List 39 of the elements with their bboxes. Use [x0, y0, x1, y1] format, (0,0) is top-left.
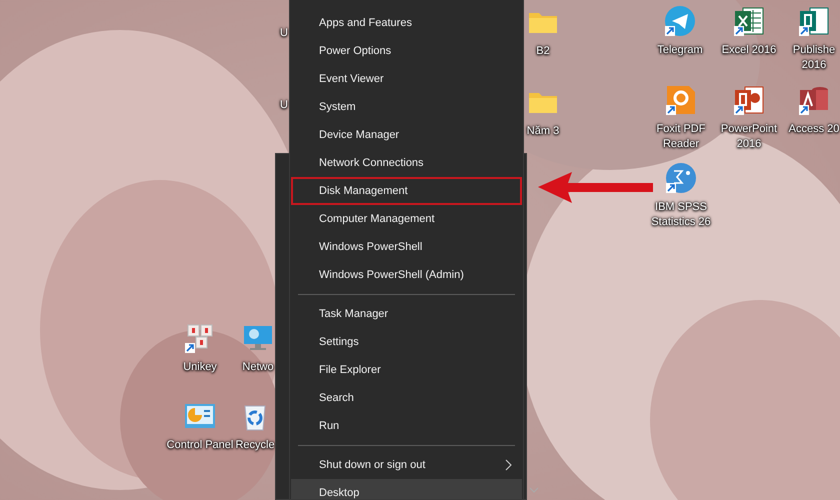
menu-item[interactable]: Network Connections: [291, 149, 522, 177]
spreadsheet-icon: [733, 5, 765, 37]
menu-item[interactable]: Run: [291, 412, 522, 440]
icon-label: Telegram: [657, 43, 703, 58]
menu-item[interactable]: Settings: [291, 328, 522, 356]
icon-label: U: [280, 98, 288, 113]
menu-item[interactable]: Event Viewer: [291, 65, 522, 93]
menu-item[interactable]: Computer Management: [291, 205, 522, 233]
presentation-icon: [733, 84, 765, 116]
icon-label: U: [280, 26, 288, 41]
icon-label: Access 20: [788, 122, 840, 137]
paper-plane-icon: [664, 5, 696, 37]
menu-item[interactable]: Shut down or sign out: [291, 451, 522, 479]
icon-label: Netwo: [242, 360, 274, 375]
menu-item[interactable]: Search: [291, 384, 522, 412]
pdf-document-icon: [665, 84, 697, 116]
menu-item[interactable]: Device Manager: [291, 121, 522, 149]
statistics-icon: [665, 162, 697, 194]
menu-item[interactable]: Disk Management: [291, 177, 522, 205]
database-icon: [798, 84, 830, 116]
icon-label: Control Panel: [166, 438, 234, 453]
icon-label: IBM SPSS Statistics 26: [650, 200, 712, 230]
icon-label: Foxit PDF Reader: [656, 122, 706, 152]
menu-item[interactable]: Task Manager: [291, 300, 522, 328]
icon-label: Excel 2016: [722, 43, 776, 58]
menu-item[interactable]: System: [291, 93, 522, 121]
icon-label: PowerPoint 2016: [720, 122, 778, 152]
menu-item[interactable]: Windows PowerShell: [291, 233, 522, 261]
icon-label: Unikey: [183, 360, 217, 375]
menu-item[interactable]: Power Options: [291, 37, 522, 65]
document-icon: [798, 5, 830, 37]
menu-item[interactable]: Desktop: [291, 479, 522, 499]
icon-label: Recycle: [235, 438, 275, 453]
icon-label: Năm 3: [526, 124, 560, 139]
menu-item[interactable]: Windows PowerShell (Admin): [291, 261, 522, 289]
icon-label: B2: [536, 44, 550, 59]
icon-label: Publishe 2016: [792, 43, 836, 73]
menu-item[interactable]: Apps and Features: [291, 9, 522, 37]
menu-item[interactable]: File Explorer: [291, 356, 522, 384]
